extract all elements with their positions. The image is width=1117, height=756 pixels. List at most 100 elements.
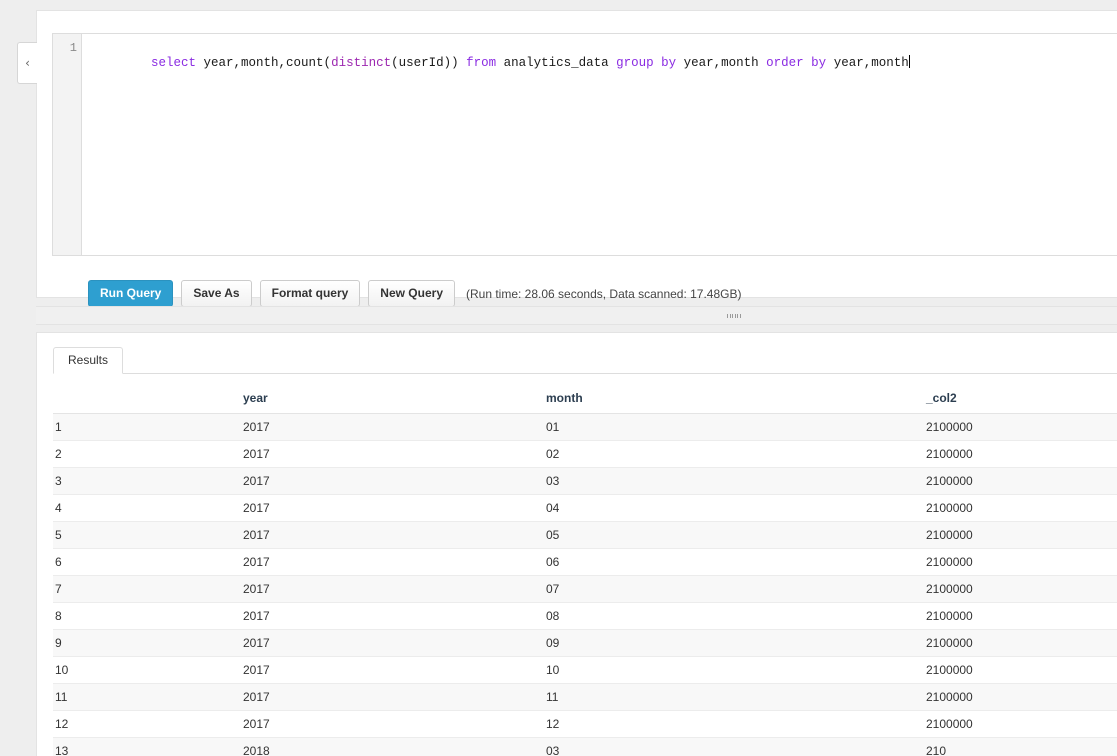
cell-col2: 2100000 [926, 683, 1117, 711]
cell-month: 03 [546, 467, 926, 495]
cell-month: 05 [546, 521, 926, 549]
cell-col2: 2100000 [926, 575, 1117, 603]
cell-year: 2017 [243, 413, 546, 441]
cell-month: 03 [546, 737, 926, 756]
text-caret [908, 55, 910, 68]
cell-col2: 2100000 [926, 467, 1117, 495]
table-row[interactable]: 4 2017 04 2100000 [53, 494, 1117, 522]
cell-year: 2017 [243, 440, 546, 468]
cell-index: 6 [53, 548, 243, 576]
cell-year: 2017 [243, 710, 546, 738]
sql-token: from [466, 56, 497, 70]
cell-index: 11 [53, 683, 243, 711]
table-row[interactable]: 13 2018 03 210 [53, 737, 1117, 756]
cell-index: 3 [53, 467, 243, 495]
sql-token: select [151, 56, 197, 70]
splitter-grip-icon [727, 313, 741, 318]
column-header-index[interactable] [53, 385, 243, 414]
table-row[interactable]: 5 2017 05 2100000 [53, 521, 1117, 549]
table-row[interactable]: 8 2017 08 2100000 [53, 602, 1117, 630]
sql-token: analytics_data [496, 56, 617, 70]
cell-index: 12 [53, 710, 243, 738]
cell-year: 2017 [243, 656, 546, 684]
sql-token: (userId)) [391, 56, 467, 70]
format-query-button[interactable]: Format query [259, 280, 361, 307]
cell-col2: 2100000 [926, 629, 1117, 657]
cell-index: 9 [53, 629, 243, 657]
cell-col2: 2100000 [926, 710, 1117, 738]
sql-code-text[interactable]: select year,month,count(distinct(userId)… [83, 34, 1117, 255]
cell-month: 07 [546, 575, 926, 603]
cell-index: 2 [53, 440, 243, 468]
cell-col2: 2100000 [926, 548, 1117, 576]
cell-col2: 210 [926, 737, 1117, 756]
cell-index: 7 [53, 575, 243, 603]
run-info-text: (Run time: 28.06 seconds, Data scanned: … [466, 286, 742, 301]
cell-year: 2017 [243, 521, 546, 549]
cell-year: 2017 [243, 629, 546, 657]
table-header-row: year month _col2 [53, 385, 1117, 414]
sql-token: order by [766, 56, 827, 70]
cell-month: 11 [546, 683, 926, 711]
cell-index: 8 [53, 602, 243, 630]
cell-year: 2017 [243, 602, 546, 630]
cell-col2: 2100000 [926, 440, 1117, 468]
sql-token: distinct [331, 56, 392, 70]
run-query-button[interactable]: Run Query [88, 280, 174, 307]
results-table: year month _col2 1 2017 01 2100000 2 2017 02 21… [53, 385, 1117, 756]
table-row[interactable]: 1 2017 01 2100000 [53, 413, 1117, 441]
panel-splitter[interactable] [36, 306, 1117, 325]
cell-month: 08 [546, 602, 926, 630]
results-panel: Results year month _col2 1 2017 01 2100000 2… [36, 332, 1117, 756]
cell-month: 10 [546, 656, 926, 684]
cell-year: 2017 [243, 575, 546, 603]
cell-col2: 2100000 [926, 602, 1117, 630]
results-table-head: year month _col2 [53, 385, 1117, 414]
cell-year: 2017 [243, 548, 546, 576]
sql-tokens: select year,month,count(distinct(userId)… [151, 56, 909, 70]
cell-index: 1 [53, 413, 243, 441]
table-row[interactable]: 2 2017 02 2100000 [53, 440, 1117, 468]
results-table-body: 1 2017 01 2100000 2 2017 02 2100000 3 2017 03 21000… [53, 413, 1117, 756]
cell-month: 12 [546, 710, 926, 738]
new-query-button[interactable]: New Query [368, 280, 455, 307]
cell-col2: 2100000 [926, 521, 1117, 549]
cell-year: 2018 [243, 737, 546, 756]
results-tabbar: Results [53, 347, 1117, 374]
sql-editor[interactable]: 1 select year,month,count(distinct(userI… [52, 33, 1117, 256]
line-number: 1 [69, 41, 77, 55]
query-toolbar: Run Query Save As Format query New Query… [88, 280, 742, 307]
table-row[interactable]: 11 2017 11 2100000 [53, 683, 1117, 711]
sidebar-collapse-button[interactable]: ‹ [17, 42, 37, 84]
cell-col2: 2100000 [926, 413, 1117, 441]
sql-token: year,month [676, 56, 767, 70]
cell-index: 10 [53, 656, 243, 684]
cell-index: 4 [53, 494, 243, 522]
sql-token: group by [616, 56, 677, 70]
cell-col2: 2100000 [926, 656, 1117, 684]
table-row[interactable]: 7 2017 07 2100000 [53, 575, 1117, 603]
column-header-year[interactable]: year [243, 385, 546, 414]
table-row[interactable]: 3 2017 03 2100000 [53, 467, 1117, 495]
cell-col2: 2100000 [926, 494, 1117, 522]
cell-month: 09 [546, 629, 926, 657]
chevron-left-icon: ‹ [25, 56, 30, 70]
column-header-col2[interactable]: _col2 [926, 385, 1117, 414]
sql-token: year,month,count( [196, 56, 332, 70]
save-as-button[interactable]: Save As [181, 280, 252, 307]
tab-results[interactable]: Results [53, 347, 124, 374]
sql-token: year,month [826, 56, 909, 70]
table-row[interactable]: 10 2017 10 2100000 [53, 656, 1117, 684]
query-editor-panel: 1 select year,month,count(distinct(userI… [36, 10, 1117, 307]
column-header-month[interactable]: month [546, 385, 926, 414]
cell-month: 04 [546, 494, 926, 522]
table-row[interactable]: 9 2017 09 2100000 [53, 629, 1117, 657]
cell-month: 01 [546, 413, 926, 441]
cell-year: 2017 [243, 683, 546, 711]
cell-month: 02 [546, 440, 926, 468]
cell-index: 5 [53, 521, 243, 549]
cell-year: 2017 [243, 467, 546, 495]
table-row[interactable]: 6 2017 06 2100000 [53, 548, 1117, 576]
table-row[interactable]: 12 2017 12 2100000 [53, 710, 1117, 738]
athena-query-editor-page: ‹ 1 select year,month,count(distinct(use… [0, 0, 1117, 756]
